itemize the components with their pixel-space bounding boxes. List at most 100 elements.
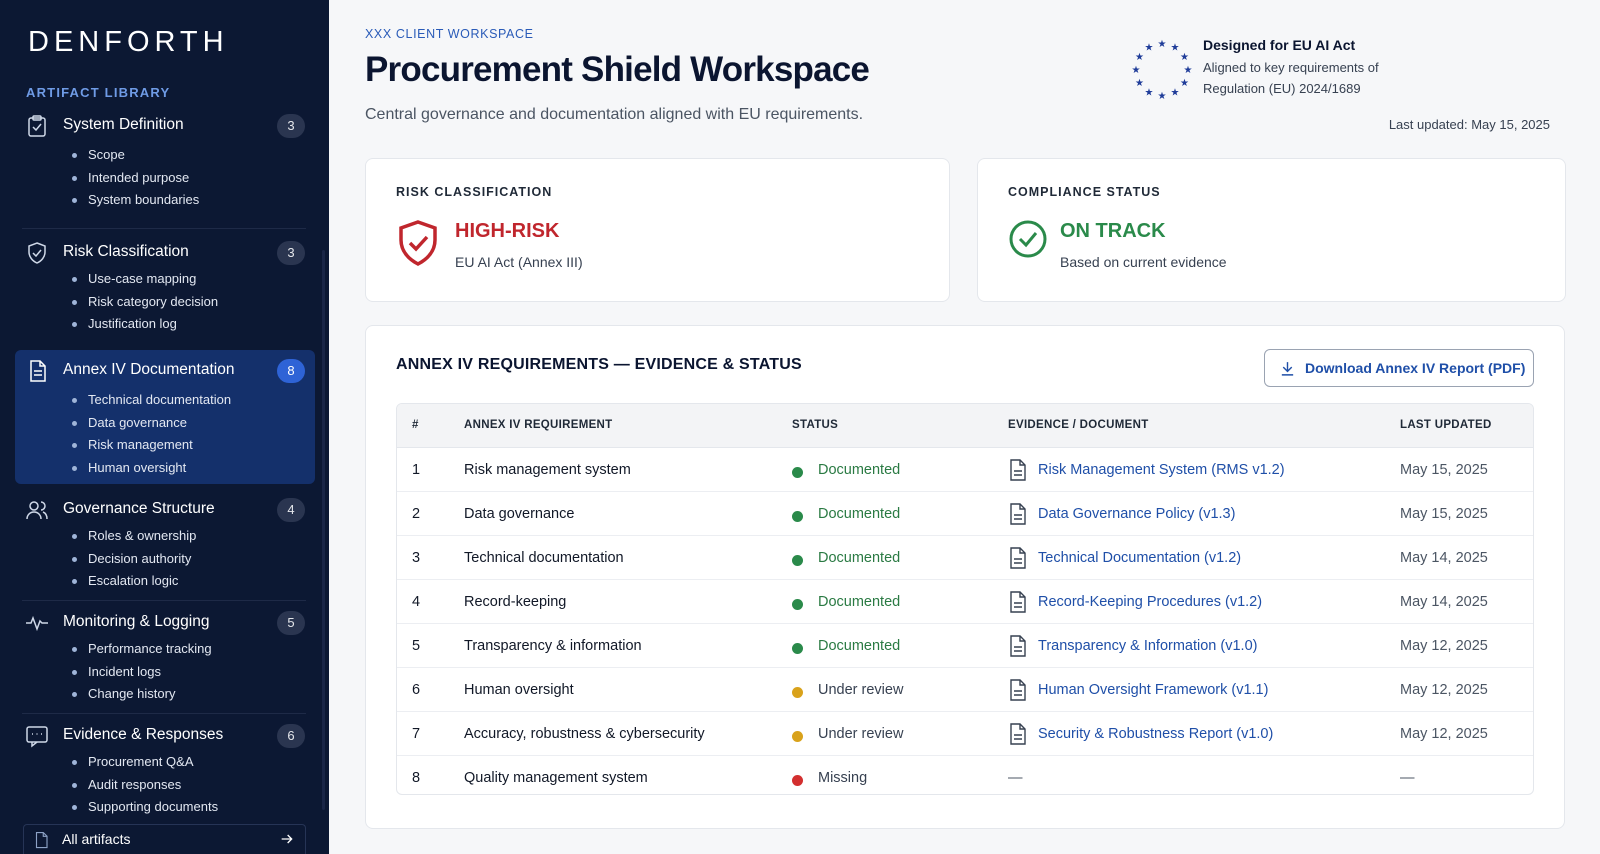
row-requirement: Technical documentation — [464, 550, 624, 566]
row-date: May 15, 2025 — [1400, 462, 1488, 478]
svg-text:★: ★ — [1145, 43, 1154, 54]
sidebar-item-roles-ownership[interactable]: Roles & ownership — [72, 525, 196, 548]
sidebar-section-system-definition[interactable]: System Definition 3 Scope Intended purpo… — [15, 111, 315, 217]
sidebar-item-justification-log[interactable]: Justification log — [72, 313, 218, 336]
row-date: May 14, 2025 — [1400, 550, 1488, 566]
status-dot — [792, 599, 803, 610]
status-dot — [792, 643, 803, 654]
all-artifacts-link[interactable]: All artifacts — [23, 824, 306, 854]
sidebar-item-risk-management[interactable]: Risk management — [72, 434, 231, 457]
document-icon — [1010, 459, 1026, 481]
card-label: RISK CLASSIFICATION — [396, 185, 553, 199]
status-dot — [792, 511, 803, 522]
row-status: Documented — [818, 462, 901, 478]
compliance-status-card: COMPLIANCE STATUS ON TRACK Based on curr… — [977, 158, 1566, 302]
download-report-button[interactable]: Download Annex IV Report (PDF) — [1264, 349, 1534, 387]
table-row[interactable]: 2 Data governance Documented Data Govern… — [397, 492, 1533, 536]
download-label: Download Annex IV Report (PDF) — [1305, 360, 1526, 376]
row-status: Documented — [818, 638, 901, 654]
sidebar-item-human-oversight[interactable]: Human oversight — [72, 457, 231, 480]
evidence-link[interactable]: Transparency & Information (v1.0) — [1038, 638, 1257, 654]
sidebar-item-procurement-qa[interactable]: Procurement Q&A — [72, 751, 218, 774]
count-badge: 8 — [277, 359, 305, 383]
sidebar-item-risk-category-decision[interactable]: Risk category decision — [72, 291, 218, 314]
document-icon — [30, 360, 46, 382]
evidence-link[interactable]: Data Governance Policy (v1.3) — [1038, 506, 1235, 522]
card-label: COMPLIANCE STATUS — [1008, 185, 1161, 199]
sidebar-item-performance-tracking[interactable]: Performance tracking — [72, 638, 212, 661]
count-badge: 3 — [277, 114, 305, 138]
status-dot — [792, 467, 803, 478]
evidence-link[interactable]: Record-Keeping Procedures (v1.2) — [1038, 594, 1262, 610]
evidence-link[interactable]: Risk Management System (RMS v1.2) — [1038, 462, 1285, 478]
row-requirement: Quality management system — [464, 770, 648, 786]
sidebar-item-use-case-mapping[interactable]: Use-case mapping — [72, 268, 218, 291]
svg-text:★: ★ — [1184, 65, 1193, 76]
col-status: STATUS — [792, 419, 839, 431]
section-title: Evidence & Responses — [63, 726, 224, 743]
table-row[interactable]: 3 Technical documentation Documented Tec… — [397, 536, 1533, 580]
sidebar-item-scope[interactable]: Scope — [72, 144, 199, 167]
sidebar-item-change-history[interactable]: Change history — [72, 683, 212, 706]
page-title: Procurement Shield Workspace — [365, 50, 870, 89]
client-workspace-label: XXX CLIENT WORKSPACE — [365, 27, 534, 41]
svg-text:★: ★ — [1132, 65, 1141, 76]
logo: DENFORTH — [28, 26, 229, 58]
sidebar-item-incident-logs[interactable]: Incident logs — [72, 661, 212, 684]
section-title: System Definition — [63, 116, 184, 133]
table-row[interactable]: 6 Human oversight Under review Human Ove… — [397, 668, 1533, 712]
row-status: Documented — [818, 594, 901, 610]
row-date: May 14, 2025 — [1400, 594, 1488, 610]
sidebar-scrollbar[interactable] — [322, 250, 325, 810]
sidebar-section-governance-structure[interactable]: Governance Structure 4 Roles & ownership… — [15, 495, 315, 595]
sidebar-section-monitoring-logging[interactable]: Monitoring & Logging 5 Performance track… — [15, 608, 315, 708]
sidebar-item-decision-authority[interactable]: Decision authority — [72, 548, 196, 571]
evidence-link[interactable]: Security & Robustness Report (v1.0) — [1038, 726, 1273, 742]
section-title: Risk Classification — [63, 243, 189, 260]
table-row[interactable]: 1 Risk management system Documented Risk… — [397, 448, 1533, 492]
row-status: Under review — [818, 682, 904, 698]
table-row[interactable]: 7 Accuracy, robustness & cybersecurity U… — [397, 712, 1533, 756]
document-icon — [1010, 635, 1026, 657]
sidebar-item-escalation-logic[interactable]: Escalation logic — [72, 570, 196, 593]
col-number: # — [412, 419, 419, 431]
row-requirement: Risk management system — [464, 462, 631, 478]
eu-flag-stars-icon: ★ ★ ★ ★ ★ ★ ★ ★ ★ ★ ★ ★ — [1132, 39, 1193, 100]
document-icon — [1010, 723, 1026, 745]
check-circle-icon — [1009, 220, 1047, 258]
sidebar-section-risk-classification[interactable]: Risk Classification 3 Use-case mapping R… — [15, 238, 315, 344]
table-header: # ANNEX IV REQUIREMENT STATUS EVIDENCE /… — [397, 404, 1533, 448]
chat-icon — [26, 726, 48, 748]
sidebar: DENFORTH ARTIFACT LIBRARY System Definit… — [0, 0, 329, 854]
sidebar-item-data-governance[interactable]: Data governance — [72, 412, 231, 435]
evidence-link[interactable]: Technical Documentation (v1.2) — [1038, 550, 1241, 566]
sidebar-item-technical-documentation[interactable]: Technical documentation — [72, 389, 231, 412]
compliance-value: ON TRACK — [1060, 220, 1166, 242]
table-row[interactable]: 8 Quality management system Missing — — — [397, 756, 1533, 794]
sidebar-item-audit-responses[interactable]: Audit responses — [72, 774, 218, 797]
row-status: Missing — [818, 770, 868, 786]
svg-text:★: ★ — [1135, 78, 1144, 89]
svg-text:★: ★ — [1135, 52, 1144, 63]
requirements-card: ANNEX IV REQUIREMENTS — EVIDENCE & STATU… — [365, 325, 1565, 829]
sidebar-item-supporting-documents[interactable]: Supporting documents — [72, 796, 218, 819]
sidebar-item-intended-purpose[interactable]: Intended purpose — [72, 167, 199, 190]
status-dot — [792, 731, 803, 742]
row-number: 3 — [412, 550, 421, 566]
row-requirement: Transparency & information — [464, 638, 642, 654]
table-row[interactable]: 5 Transparency & information Documented … — [397, 624, 1533, 668]
status-dot — [792, 775, 803, 786]
evidence-link[interactable]: Human Oversight Framework (v1.1) — [1038, 682, 1268, 698]
sidebar-section-annex-iv-documentation[interactable]: Annex IV Documentation 8 Technical docum… — [15, 350, 315, 484]
row-date: May 15, 2025 — [1400, 506, 1488, 522]
eu-ai-act-heading: Designed for EU AI Act — [1203, 37, 1356, 53]
sidebar-section-evidence-responses[interactable]: Evidence & Responses 6 Procurement Q&A A… — [15, 721, 315, 821]
last-updated: Last updated: May 15, 2025 — [1388, 117, 1550, 132]
sidebar-item-system-boundaries[interactable]: System boundaries — [72, 189, 199, 212]
row-status: Documented — [818, 550, 901, 566]
table-row[interactable]: 4 Record-keeping Documented Record-Keepi… — [397, 580, 1533, 624]
row-status: Documented — [818, 506, 901, 522]
row-number: 7 — [412, 726, 421, 742]
row-requirement: Record-keeping — [464, 594, 567, 610]
risk-classification-card: RISK CLASSIFICATION HIGH-RISK EU AI Act … — [365, 158, 950, 302]
